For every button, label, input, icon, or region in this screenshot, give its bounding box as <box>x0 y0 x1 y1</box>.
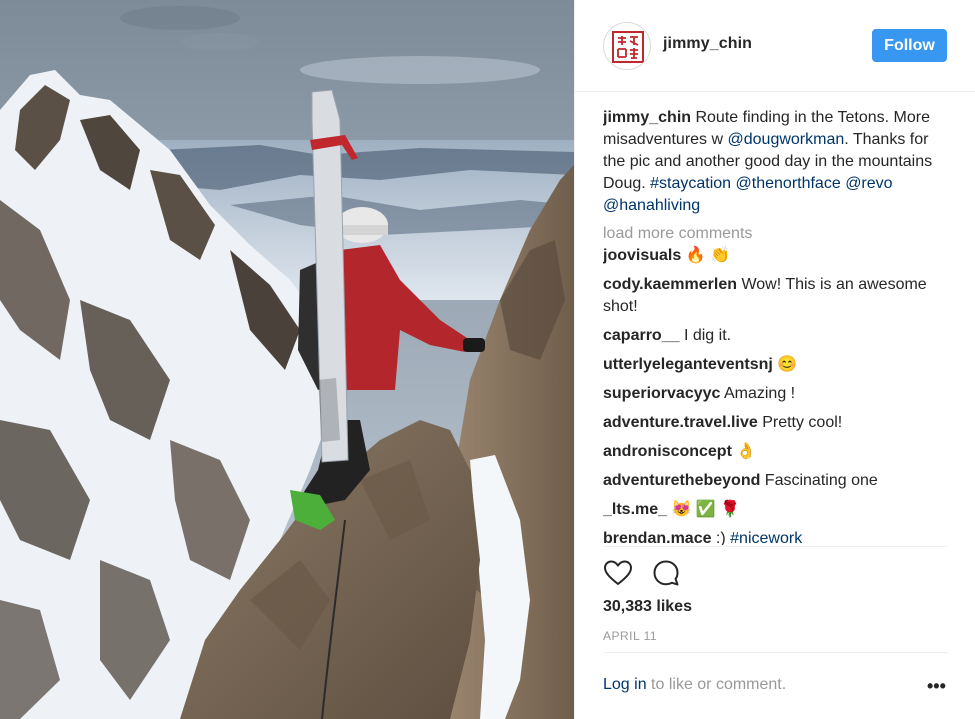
avatar[interactable] <box>603 22 651 70</box>
login-prompt-text: to like or comment. <box>646 676 787 693</box>
login-prompt: Log in to like or comment. <box>603 676 786 694</box>
follow-button[interactable]: Follow <box>872 29 947 62</box>
mountain-climber-photo <box>0 0 574 719</box>
comment-username[interactable]: superiorvacyyc <box>603 385 720 402</box>
comment-item: adventure.travel.live Pretty cool! <box>603 412 948 434</box>
divider <box>603 652 948 653</box>
comment-text: I dig it. <box>679 327 732 344</box>
divider <box>603 546 948 547</box>
comment-text: Fascinating one <box>760 472 878 489</box>
post-caption: jimmy_chin Route finding in the Tetons. … <box>603 107 948 217</box>
header-username[interactable]: jimmy_chin <box>663 35 752 53</box>
heart-icon[interactable] <box>603 558 633 588</box>
comment-bubble-icon[interactable] <box>651 558 681 588</box>
comments-list[interactable]: jimmy_chin Route finding in the Tetons. … <box>603 107 948 545</box>
comment-username[interactable]: adventurethebeyond <box>603 472 760 489</box>
more-options-icon[interactable]: ••• <box>927 676 946 697</box>
caption-username[interactable]: jimmy_chin <box>603 109 691 126</box>
mention-link[interactable]: @hanahliving <box>603 197 700 214</box>
comment-username[interactable]: cody.kaemmerlen <box>603 276 737 293</box>
comment-username[interactable]: andronisconcept <box>603 443 732 460</box>
comment-item: caparro__ I dig it. <box>603 325 948 347</box>
comment-item: cody.kaemmerlen Wow! This is an awesome … <box>603 274 948 318</box>
comment-username[interactable]: joovisuals <box>603 247 681 264</box>
comment-text: 😊 <box>772 356 798 373</box>
post-panel: jimmy_chin Follow jimmy_chin Route findi… <box>574 0 975 719</box>
comment-item: utterlyeleganteventsnj 😊 <box>603 354 948 376</box>
post-photo[interactable] <box>0 0 574 719</box>
comment-text: 🔥 👏 <box>681 247 730 264</box>
comment-item: _lts.me_ 😻 ✅ 🌹 <box>603 499 948 521</box>
likes-count[interactable]: 30,383 likes <box>603 598 692 616</box>
comment-item: joovisuals 🔥 👏 <box>603 245 948 267</box>
comment-item: superiorvacyyc Amazing ! <box>603 383 948 405</box>
comment-item: brendan.mace :) #nicework <box>603 528 948 545</box>
hashtag-link[interactable]: #staycation <box>650 175 731 192</box>
comment-text: Amazing ! <box>720 385 796 402</box>
comment-username[interactable]: brendan.mace <box>603 530 711 545</box>
comment-item: andronisconcept 👌 <box>603 441 948 463</box>
comment-text: Pretty cool! <box>757 414 843 431</box>
post-header: jimmy_chin Follow <box>575 0 975 92</box>
post-date: APRIL 11 <box>603 629 658 643</box>
comment-username[interactable]: utterlyeleganteventsnj <box>603 356 773 373</box>
load-more-comments-button[interactable]: load more comments <box>603 223 948 245</box>
comment-username[interactable]: _lts.me_ <box>603 501 667 518</box>
mention-link[interactable]: @dougworkman <box>728 131 845 148</box>
mention-link[interactable]: @thenorthface <box>736 175 841 192</box>
mention-link[interactable]: @revo <box>845 175 892 192</box>
seal-logo-avatar <box>612 31 644 63</box>
comment-text: 😻 ✅ 🌹 <box>667 501 741 518</box>
login-link[interactable]: Log in <box>603 676 647 693</box>
comment-username[interactable]: adventure.travel.live <box>603 414 758 431</box>
comment-username[interactable]: caparro__ <box>603 327 680 344</box>
comment-text: :) <box>711 530 731 545</box>
comment-text: 👌 <box>731 443 757 460</box>
post-actions <box>603 558 681 590</box>
hashtag-link[interactable]: #nicework <box>730 530 802 545</box>
comment-item: adventurethebeyond Fascinating one <box>603 470 948 492</box>
